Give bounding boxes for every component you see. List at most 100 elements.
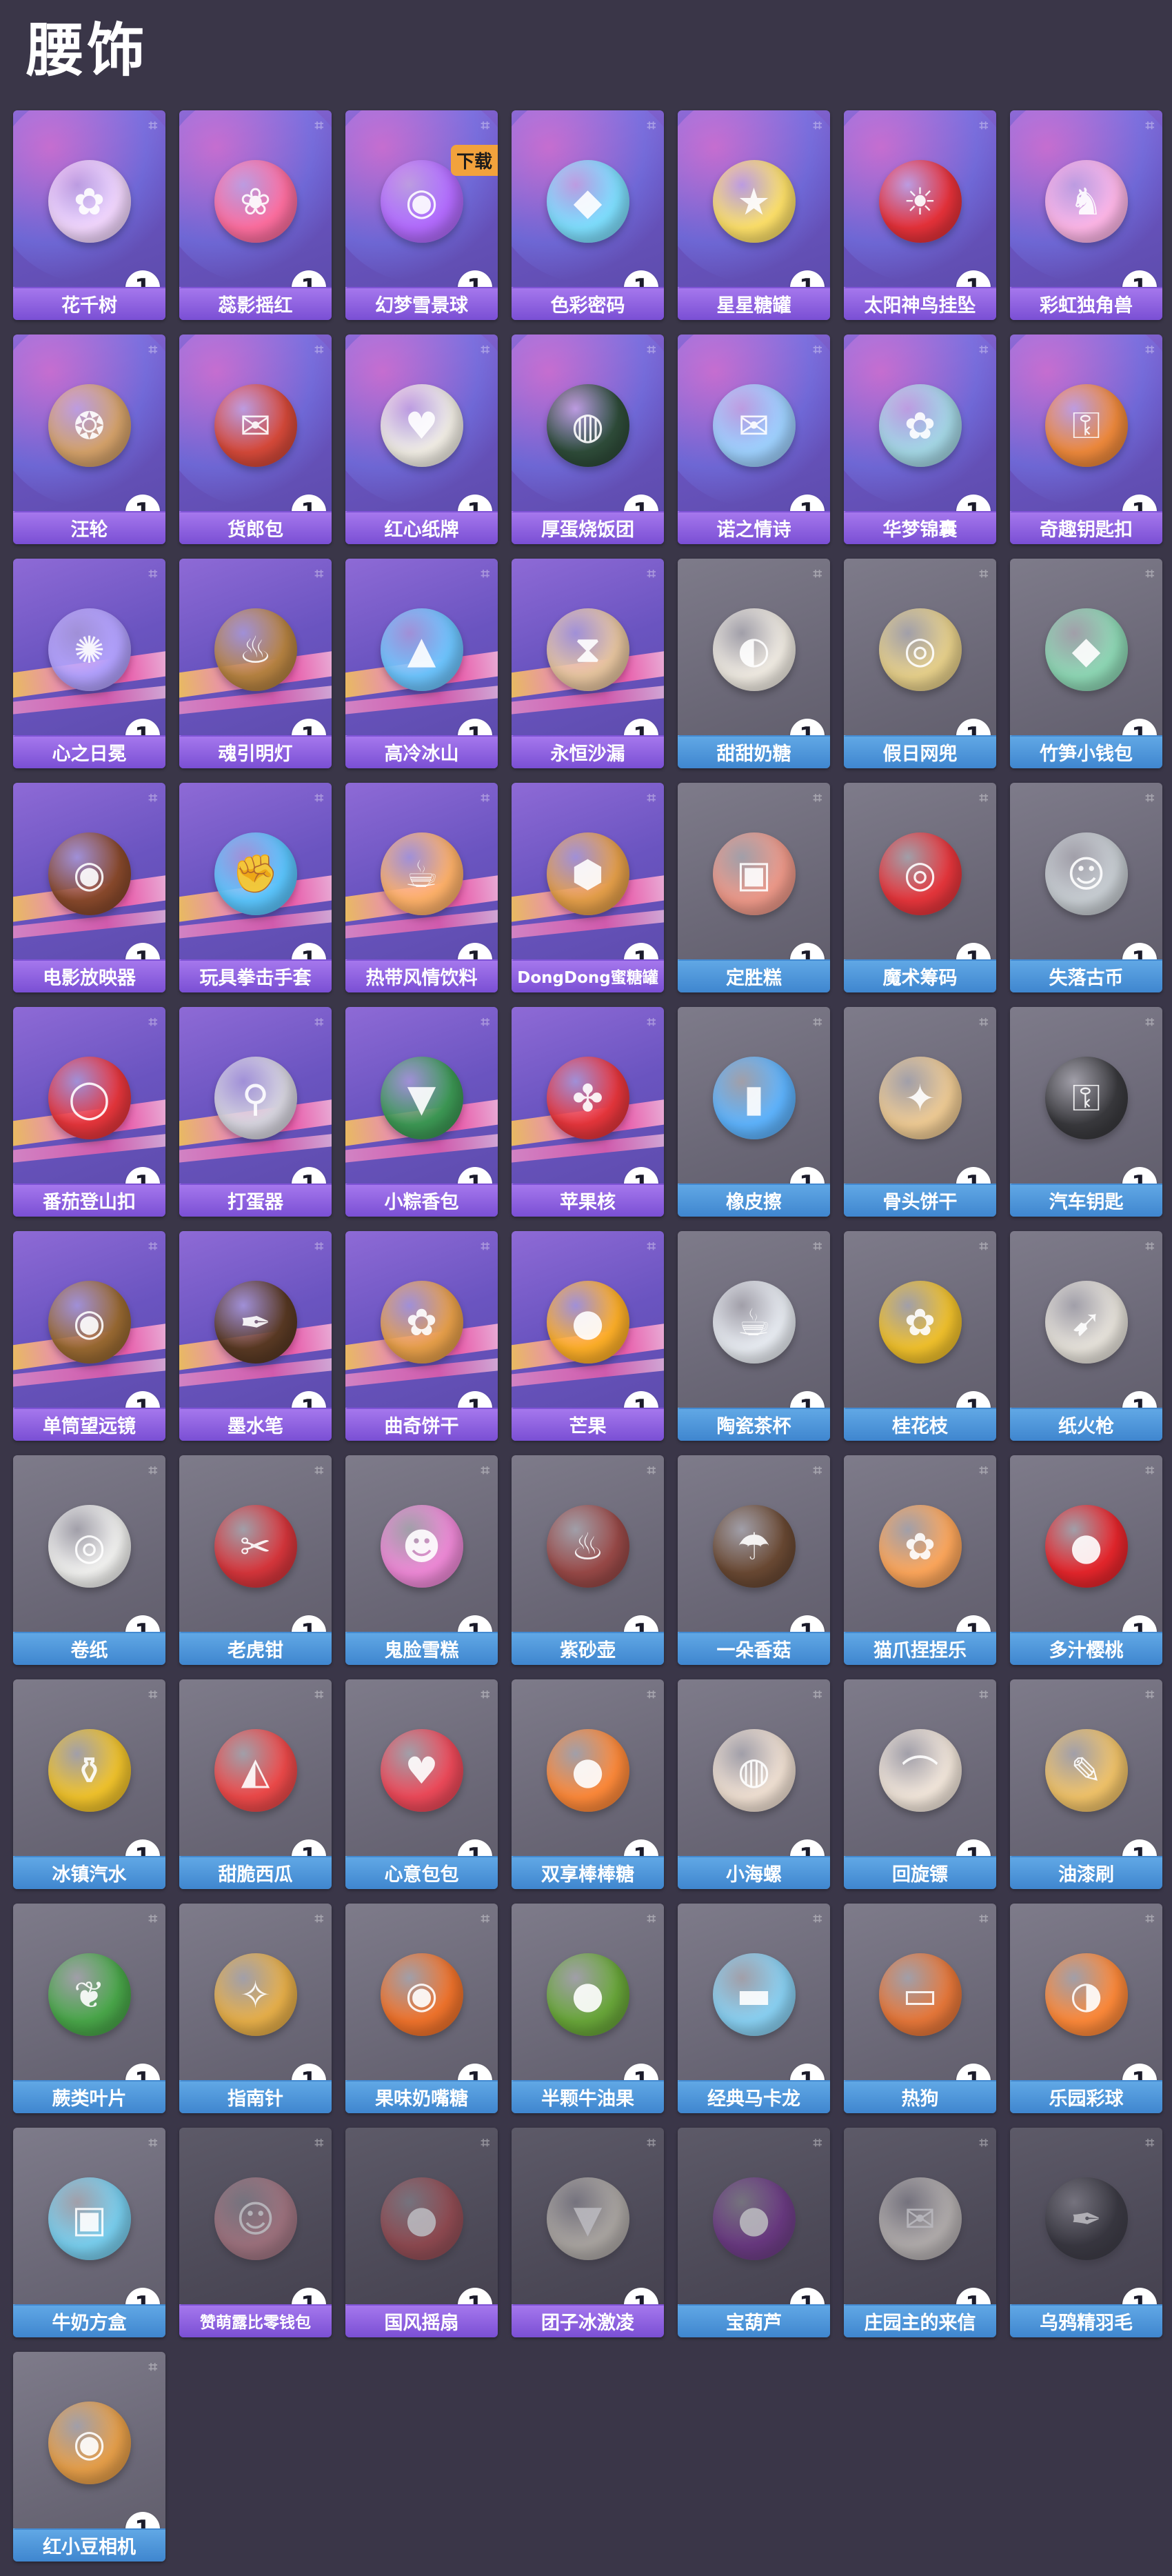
item-card[interactable]: ⌗☻1鬼脸雪糕 bbox=[345, 1455, 498, 1665]
item-card[interactable]: ⌗⚿1汽车钥匙 bbox=[1010, 1007, 1162, 1217]
watermark-icon: ⌗ bbox=[813, 566, 822, 583]
item-card[interactable]: ⌗✉1诺之情诗 bbox=[678, 335, 830, 544]
item-card[interactable]: ⌗✺1心之日冕 bbox=[13, 559, 165, 768]
item-card[interactable]: ⌗◯1番茄登山扣 bbox=[13, 1007, 165, 1217]
item-card[interactable]: ⌗❀1蕊影摇红 bbox=[179, 110, 332, 320]
item-card[interactable]: ⌗☕1陶瓷茶杯 bbox=[678, 1231, 830, 1441]
item-image: ◍ bbox=[712, 1729, 796, 1812]
item-card[interactable]: ⌗♞1彩虹独角兽 bbox=[1010, 110, 1162, 320]
item-card[interactable]: ⌗●1多汁樱桃 bbox=[1010, 1455, 1162, 1665]
item-label-bar: 永恒沙漏 bbox=[512, 735, 664, 768]
page-title: 腰饰 bbox=[26, 17, 148, 84]
item-card[interactable]: ⌗✂1老虎钳 bbox=[179, 1455, 332, 1665]
item-card[interactable]: ⌗●1双享棒棒糖 bbox=[512, 1679, 664, 1889]
item-name: 鬼脸雪糕 bbox=[384, 1639, 459, 1661]
item-image: ◎ bbox=[878, 608, 962, 691]
watermark-icon: ⌗ bbox=[314, 2135, 323, 2152]
item-card[interactable]: ⌗✧1指南针 bbox=[179, 1904, 332, 2113]
item-card[interactable]: ⌗☺1失落古币 bbox=[1010, 783, 1162, 992]
item-card[interactable]: ⌗◆1色彩密码 bbox=[512, 110, 664, 320]
item-card[interactable]: ⌗◎1魔术筹码 bbox=[844, 783, 996, 992]
item-card[interactable]: ⌗◉1红小豆相机 bbox=[13, 2352, 165, 2562]
item-card[interactable]: ⌗➹1纸火枪 bbox=[1010, 1231, 1162, 1441]
item-image: ◉ bbox=[380, 160, 463, 243]
item-card[interactable]: ⌗✒1乌鸦精羽毛 bbox=[1010, 2128, 1162, 2337]
item-card[interactable]: ⌗❦1蕨类叶片 bbox=[13, 1904, 165, 2113]
item-card[interactable]: ⌗◍1小海螺 bbox=[678, 1679, 830, 1889]
item-image: ◉ bbox=[48, 832, 131, 915]
item-image: ❀ bbox=[214, 160, 297, 243]
item-card[interactable]: ⌗▣1定胜糕 bbox=[678, 783, 830, 992]
item-card[interactable]: ⌗☺1赞萌露比零钱包 bbox=[179, 2128, 332, 2337]
item-card[interactable]: ⌗◉1果味奶嘴糖 bbox=[345, 1904, 498, 2113]
item-image: ☂ bbox=[712, 1505, 796, 1588]
item-card[interactable]: ⌗☂1一朵香菇 bbox=[678, 1455, 830, 1665]
item-name: 红小豆相机 bbox=[43, 2536, 136, 2558]
item-label-bar: 一朵香菇 bbox=[678, 1632, 830, 1665]
item-card[interactable]: ⌗✊1玩具拳击手套 bbox=[179, 783, 332, 992]
watermark-icon: ⌗ bbox=[148, 1014, 157, 1031]
watermark-icon: ⌗ bbox=[1145, 1910, 1154, 1928]
item-card[interactable]: ⌗♥1心意包包 bbox=[345, 1679, 498, 1889]
item-label-bar: 油漆刷 bbox=[1010, 1856, 1162, 1889]
item-label-bar: 奇趣钥匙扣 bbox=[1010, 511, 1162, 544]
item-card[interactable]: ⌗●1宝葫芦 bbox=[678, 2128, 830, 2337]
item-card[interactable]: ⌗☕1热带风情饮料 bbox=[345, 783, 498, 992]
item-card[interactable]: ⌗●1半颗牛油果 bbox=[512, 1904, 664, 2113]
item-card[interactable]: ⌗◭1甜脆西瓜 bbox=[179, 1679, 332, 1889]
item-card[interactable]: ⌗◍1厚蛋烧饭团 bbox=[512, 335, 664, 544]
item-card[interactable]: ⌗⚱1冰镇汽水 bbox=[13, 1679, 165, 1889]
item-card[interactable]: ⌗♥1红心纸牌 bbox=[345, 335, 498, 544]
item-card[interactable]: ⌗◑1乐园彩球 bbox=[1010, 1904, 1162, 2113]
item-card[interactable]: ⌗◎1卷纸 bbox=[13, 1455, 165, 1665]
item-card[interactable]: ⌗▼1团子冰激凌 bbox=[512, 2128, 664, 2337]
item-card[interactable]: ⌗★1星星糖罐 bbox=[678, 110, 830, 320]
item-card[interactable]: ⌗✿1曲奇饼干 bbox=[345, 1231, 498, 1441]
item-card[interactable]: ⌗❂1汪轮 bbox=[13, 335, 165, 544]
item-card[interactable]: ⌗▭1热狗 bbox=[844, 1904, 996, 2113]
item-card[interactable]: ⌗◐1甜甜奶糖 bbox=[678, 559, 830, 768]
item-card[interactable]: ⌗◉1电影放映器 bbox=[13, 783, 165, 992]
item-card[interactable]: ⌗☀1太阳神鸟挂坠 bbox=[844, 110, 996, 320]
item-label-bar: 乐园彩球 bbox=[1010, 2080, 1162, 2113]
item-card[interactable]: ⌗▲1高冷冰山 bbox=[345, 559, 498, 768]
item-name: 宝葫芦 bbox=[726, 2312, 782, 2334]
item-label-bar: 小粽香包 bbox=[345, 1184, 498, 1217]
item-card[interactable]: ⌗✿1华梦锦囊 bbox=[844, 335, 996, 544]
item-card[interactable]: ⌗◉1幻梦雪景球下载 bbox=[345, 110, 498, 320]
item-card[interactable]: ⌗●1芒果 bbox=[512, 1231, 664, 1441]
item-image: ♨ bbox=[214, 608, 297, 691]
item-card[interactable]: ⌗◆1竹笋小钱包 bbox=[1010, 559, 1162, 768]
item-card[interactable]: ⌗●1国风摇扇 bbox=[345, 2128, 498, 2337]
watermark-icon: ⌗ bbox=[1145, 790, 1154, 807]
item-label-bar: 果味奶嘴糖 bbox=[345, 2080, 498, 2113]
item-label-bar: 汪轮 bbox=[13, 511, 165, 544]
item-card[interactable]: ⌗⧗1永恒沙漏 bbox=[512, 559, 664, 768]
item-card[interactable]: ⌗✎1油漆刷 bbox=[1010, 1679, 1162, 1889]
item-card[interactable]: ⌗▣1牛奶方盒 bbox=[13, 2128, 165, 2337]
item-card[interactable]: ⌗✿1花千树 bbox=[13, 110, 165, 320]
item-card[interactable]: ⌗✿1桂花枝 bbox=[844, 1231, 996, 1441]
item-card[interactable]: ⌗✉1货郎包 bbox=[179, 335, 332, 544]
watermark-icon: ⌗ bbox=[1145, 1238, 1154, 1255]
item-card[interactable]: ⌗◎1假日网兜 bbox=[844, 559, 996, 768]
item-card[interactable]: ⌗▮1橡皮擦 bbox=[678, 1007, 830, 1217]
item-card[interactable]: ⌗✦1骨头饼干 bbox=[844, 1007, 996, 1217]
item-card[interactable]: ⌗▬1经典马卡龙 bbox=[678, 1904, 830, 2113]
item-label-bar: 魂引明灯 bbox=[179, 735, 332, 768]
item-card[interactable]: ⌗⬢1DongDong蜜糖罐 bbox=[512, 783, 664, 992]
item-card[interactable]: ⌗✒1墨水笔 bbox=[179, 1231, 332, 1441]
item-card[interactable]: ⌗⚿1奇趣钥匙扣 bbox=[1010, 335, 1162, 544]
item-card[interactable]: ⌗◉1单筒望远镜 bbox=[13, 1231, 165, 1441]
item-card[interactable]: ⌗✤1苹果核 bbox=[512, 1007, 664, 1217]
item-label-bar: 色彩密码 bbox=[512, 287, 664, 320]
item-card[interactable]: ⌗⚲1打蛋器 bbox=[179, 1007, 332, 1217]
item-card[interactable]: ⌗▼1小粽香包 bbox=[345, 1007, 498, 1217]
item-card[interactable]: ⌗✉1庄园主的来信 bbox=[844, 2128, 996, 2337]
item-card[interactable]: ⌗⌒1回旋镖 bbox=[844, 1679, 996, 1889]
item-card[interactable]: ⌗✿1猫爪捏捏乐 bbox=[844, 1455, 996, 1665]
item-card[interactable]: ⌗♨1魂引明灯 bbox=[179, 559, 332, 768]
item-card[interactable]: ⌗♨1紫砂壶 bbox=[512, 1455, 664, 1665]
item-name: 诺之情诗 bbox=[716, 519, 791, 541]
watermark-icon: ⌗ bbox=[148, 341, 157, 359]
